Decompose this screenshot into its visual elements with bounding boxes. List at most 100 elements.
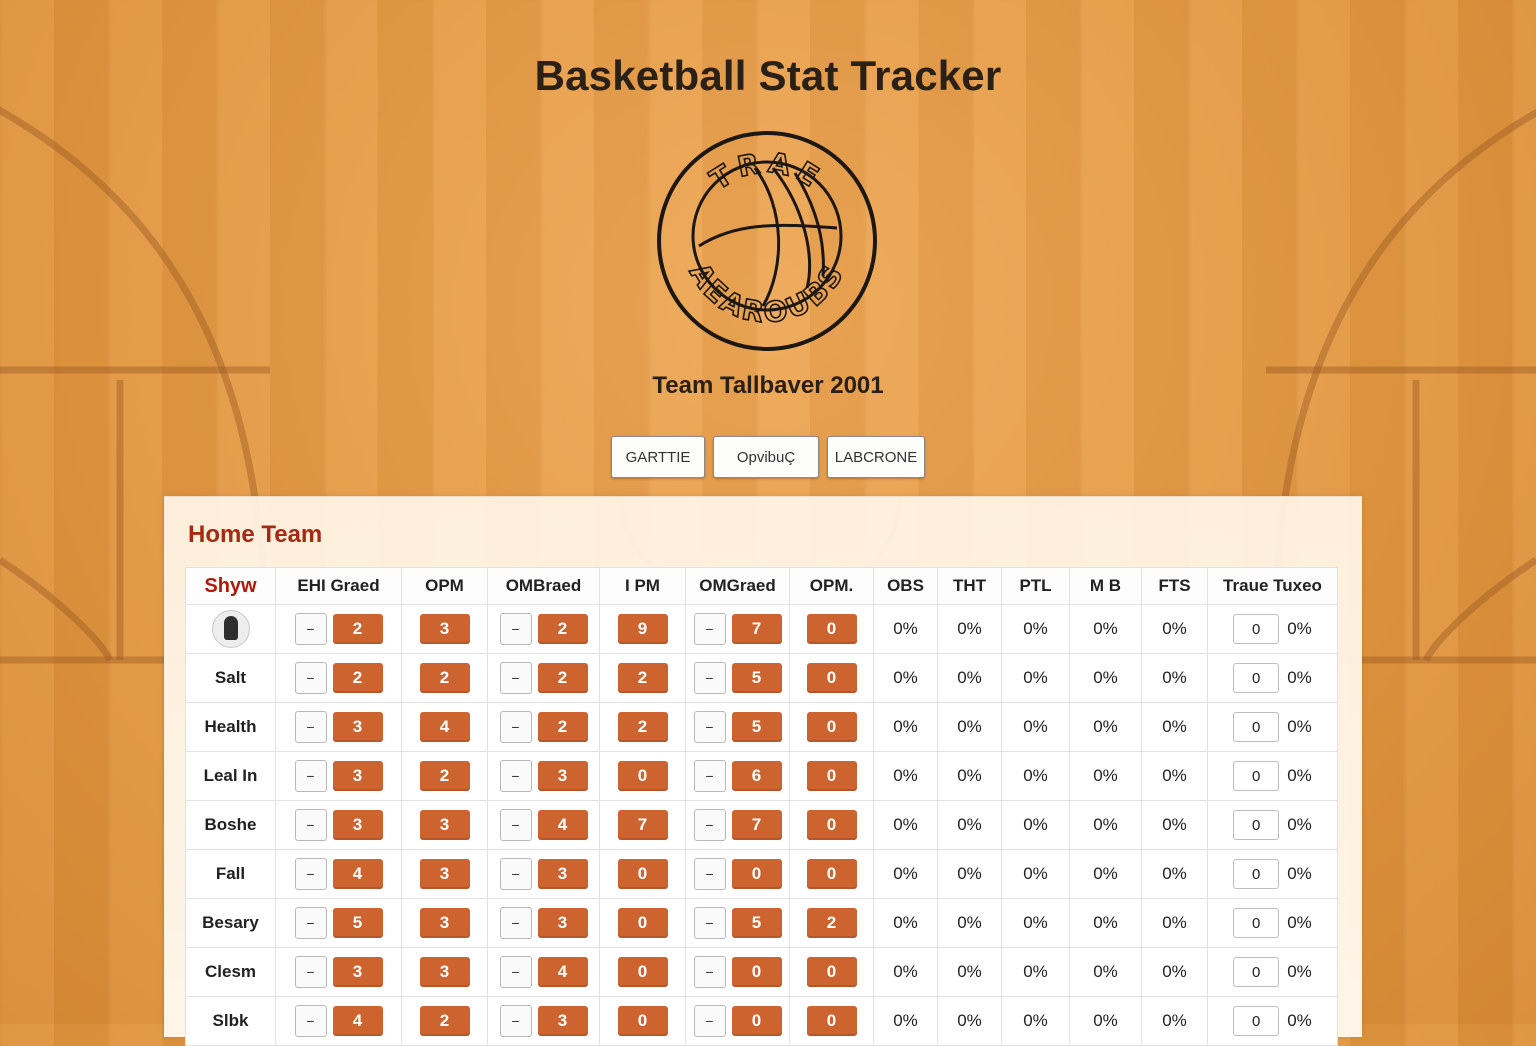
decrement-button[interactable]: − <box>693 613 726 645</box>
stat-value[interactable]: 4 <box>419 712 470 742</box>
stat-value[interactable]: 0 <box>806 957 857 987</box>
stat-value[interactable]: 7 <box>731 614 782 644</box>
stat-value[interactable]: 2 <box>537 712 588 742</box>
turnover-input[interactable]: 0 <box>1233 663 1280 693</box>
column-header[interactable]: OPM. <box>789 567 874 605</box>
decrement-button[interactable]: − <box>294 711 327 743</box>
decrement-button[interactable]: − <box>294 1005 327 1037</box>
decrement-button[interactable]: − <box>294 858 327 890</box>
stat-value[interactable]: 0 <box>731 1006 782 1036</box>
stat-value[interactable]: 0 <box>617 1006 668 1036</box>
stat-value[interactable]: 0 <box>806 614 857 644</box>
stat-value[interactable]: 3 <box>419 614 470 644</box>
stat-value[interactable]: 3 <box>332 957 383 987</box>
stat-value[interactable]: 2 <box>419 761 470 791</box>
column-header[interactable]: Traue Tuxeo <box>1207 567 1338 605</box>
turnover-input[interactable]: 0 <box>1233 1006 1280 1036</box>
turnover-input[interactable]: 0 <box>1233 810 1280 840</box>
turnover-input[interactable]: 0 <box>1233 761 1280 791</box>
decrement-button[interactable]: − <box>294 613 327 645</box>
column-header[interactable]: Shyw <box>185 567 276 605</box>
stat-value[interactable]: 0 <box>617 908 668 938</box>
decrement-button[interactable]: − <box>499 613 532 645</box>
turnover-input[interactable]: 0 <box>1233 908 1280 938</box>
tab-options[interactable]: OpvibuÇ <box>713 436 819 478</box>
stat-value[interactable]: 7 <box>731 810 782 840</box>
stat-value[interactable]: 3 <box>419 908 470 938</box>
stat-value[interactable]: 2 <box>617 712 668 742</box>
stat-value[interactable]: 2 <box>332 663 383 693</box>
decrement-button[interactable]: − <box>499 956 532 988</box>
stat-value[interactable]: 3 <box>332 712 383 742</box>
decrement-button[interactable]: − <box>499 858 532 890</box>
decrement-button[interactable]: − <box>294 907 327 939</box>
stat-value[interactable]: 3 <box>419 810 470 840</box>
stat-value[interactable]: 0 <box>731 957 782 987</box>
turnover-input[interactable]: 0 <box>1233 614 1280 644</box>
column-header[interactable]: M B <box>1069 567 1142 605</box>
column-header[interactable]: FTS <box>1141 567 1208 605</box>
stat-value[interactable]: 2 <box>419 1006 470 1036</box>
stat-value[interactable]: 7 <box>617 810 668 840</box>
stat-value[interactable]: 3 <box>332 761 383 791</box>
stat-value[interactable]: 3 <box>419 957 470 987</box>
decrement-button[interactable]: − <box>693 809 726 841</box>
decrement-button[interactable]: − <box>693 907 726 939</box>
stat-value[interactable]: 0 <box>617 957 668 987</box>
stat-value[interactable]: 0 <box>806 859 857 889</box>
stat-value[interactable]: 4 <box>537 810 588 840</box>
stat-value[interactable]: 3 <box>537 859 588 889</box>
stat-value[interactable]: 3 <box>419 859 470 889</box>
decrement-button[interactable]: − <box>294 760 327 792</box>
stat-value[interactable]: 6 <box>731 761 782 791</box>
column-header[interactable]: PTL <box>1001 567 1070 605</box>
decrement-button[interactable]: − <box>499 809 532 841</box>
stat-value[interactable]: 2 <box>617 663 668 693</box>
stat-value[interactable]: 0 <box>806 663 857 693</box>
column-header[interactable]: OPM <box>401 567 488 605</box>
column-header[interactable]: I PM <box>599 567 686 605</box>
stat-value[interactable]: 3 <box>537 1006 588 1036</box>
decrement-button[interactable]: − <box>294 809 327 841</box>
column-header[interactable]: OMBraed <box>487 567 600 605</box>
turnover-input[interactable]: 0 <box>1233 957 1280 987</box>
stat-value[interactable]: 4 <box>332 859 383 889</box>
stat-value[interactable]: 0 <box>617 761 668 791</box>
stat-value[interactable]: 3 <box>332 810 383 840</box>
stat-value[interactable]: 0 <box>806 761 857 791</box>
stat-value[interactable]: 2 <box>419 663 470 693</box>
stat-value[interactable]: 4 <box>537 957 588 987</box>
stat-value[interactable]: 4 <box>332 1006 383 1036</box>
tab-leaderboard[interactable]: LABCRONE <box>827 436 925 478</box>
stat-value[interactable]: 2 <box>332 614 383 644</box>
turnover-input[interactable]: 0 <box>1233 859 1280 889</box>
stat-value[interactable]: 0 <box>806 1006 857 1036</box>
stat-value[interactable]: 0 <box>617 859 668 889</box>
stat-value[interactable]: 3 <box>537 908 588 938</box>
stat-value[interactable]: 5 <box>332 908 383 938</box>
stat-value[interactable]: 3 <box>537 761 588 791</box>
decrement-button[interactable]: − <box>693 760 726 792</box>
decrement-button[interactable]: − <box>499 907 532 939</box>
decrement-button[interactable]: − <box>499 662 532 694</box>
tab-game[interactable]: GARTTIE <box>611 436 705 478</box>
decrement-button[interactable]: − <box>693 662 726 694</box>
decrement-button[interactable]: − <box>499 760 532 792</box>
decrement-button[interactable]: − <box>294 662 327 694</box>
stat-value[interactable]: 9 <box>617 614 668 644</box>
column-header[interactable]: OBS <box>873 567 938 605</box>
stat-value[interactable]: 2 <box>537 663 588 693</box>
stat-value[interactable]: 5 <box>731 712 782 742</box>
column-header[interactable]: OMGraed <box>685 567 790 605</box>
stat-value[interactable]: 5 <box>731 663 782 693</box>
decrement-button[interactable]: − <box>499 711 532 743</box>
decrement-button[interactable]: − <box>693 858 726 890</box>
decrement-button[interactable]: − <box>294 956 327 988</box>
column-header[interactable]: THT <box>937 567 1002 605</box>
stat-value[interactable]: 2 <box>537 614 588 644</box>
stat-value[interactable]: 0 <box>806 810 857 840</box>
decrement-button[interactable]: − <box>693 956 726 988</box>
stat-value[interactable]: 0 <box>731 859 782 889</box>
decrement-button[interactable]: − <box>693 711 726 743</box>
turnover-input[interactable]: 0 <box>1233 712 1280 742</box>
